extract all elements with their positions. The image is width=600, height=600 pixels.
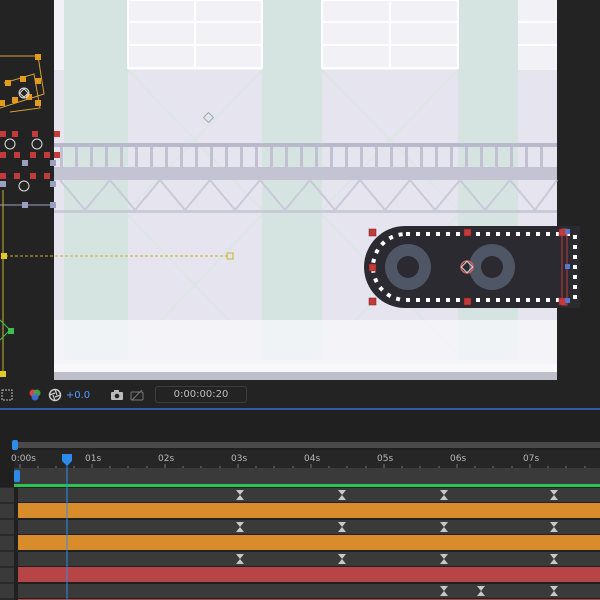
current-time-text: 0:00:00:20 xyxy=(173,389,229,400)
timeline-canvas: 0:00s 01s 02s 03s 04s 05s 06s 07s xyxy=(0,410,600,600)
ruler-label-7: 07s xyxy=(523,454,539,464)
show-channel-button[interactable] xyxy=(26,382,44,408)
current-time-display[interactable]: 0:00:00:20 xyxy=(155,386,247,403)
layer-bar-red[interactable] xyxy=(18,567,600,582)
work-area-bar[interactable] xyxy=(14,468,600,487)
region-of-interest-button[interactable] xyxy=(0,382,14,408)
exposure-value[interactable]: +0.0 xyxy=(66,390,90,401)
layer-track-2[interactable] xyxy=(18,520,600,534)
rgb-channels-icon xyxy=(29,389,41,401)
ruler-label-2: 02s xyxy=(158,454,174,464)
navigator-start-handle[interactable] xyxy=(12,440,18,450)
show-snapshot-button[interactable] xyxy=(128,382,146,408)
ruler-label-6: 06s xyxy=(450,454,466,464)
ruler-label-0: 0:00s xyxy=(11,454,36,464)
ruler-label-4: 04s xyxy=(304,454,320,464)
comp-viewer-toolbar: +0.0 0:00:00:20 xyxy=(0,382,600,410)
work-area-start-handle[interactable] xyxy=(14,470,20,482)
layer-track-4[interactable] xyxy=(18,584,600,598)
ruler-label-5: 05s xyxy=(377,454,393,464)
layer-track-1[interactable] xyxy=(18,488,600,502)
reset-exposure-button[interactable] xyxy=(46,382,64,408)
layer-bar-orange-1[interactable] xyxy=(18,503,600,518)
conveyor-layer[interactable] xyxy=(364,226,580,308)
exposure-field[interactable]: +0.0 xyxy=(66,382,90,408)
show-snapshot-icon xyxy=(130,389,144,401)
layer-bar-orange-2[interactable] xyxy=(18,535,600,550)
aperture-icon xyxy=(48,388,62,402)
composition-canvas[interactable] xyxy=(0,0,600,382)
layer-track-3[interactable] xyxy=(18,552,600,566)
camera-icon xyxy=(111,390,123,400)
ruler-label-1: 01s xyxy=(85,454,101,464)
ruler-label-3: 03s xyxy=(231,454,247,464)
snapshot-button[interactable] xyxy=(108,382,126,408)
composition-viewer[interactable] xyxy=(0,0,600,382)
grid-icon xyxy=(1,389,13,401)
timeline-panel: 0:00s 01s 02s 03s 04s 05s 06s 07s xyxy=(0,410,600,600)
comp-frame xyxy=(54,0,558,380)
